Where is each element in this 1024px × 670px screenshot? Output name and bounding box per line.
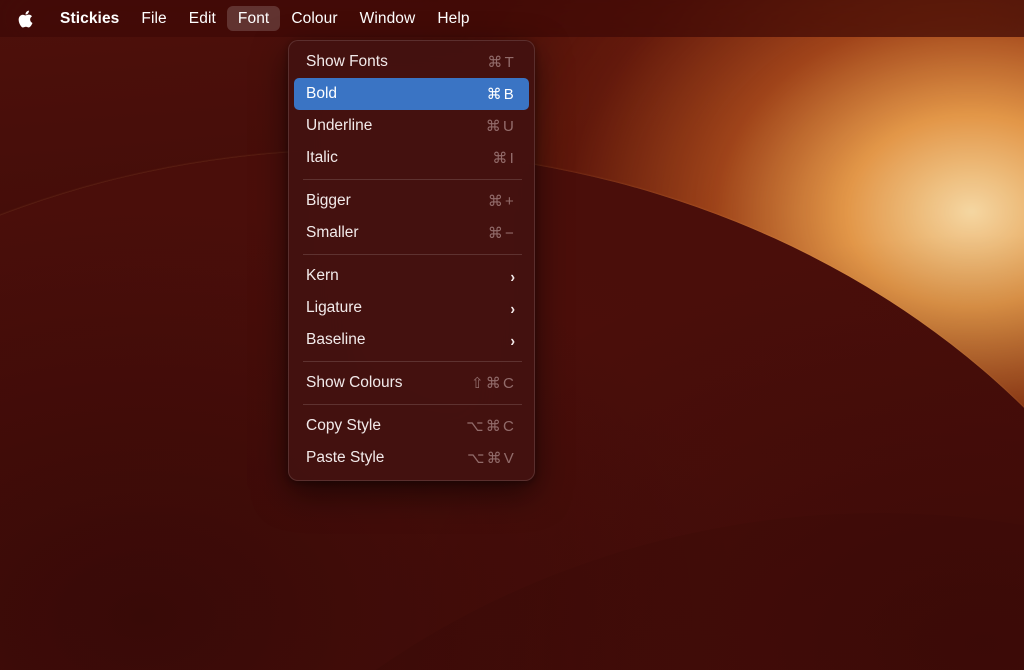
menu-separator bbox=[303, 254, 522, 255]
menu-item-shortcut: ⌘+ bbox=[488, 194, 517, 209]
menu-bar-item-edit[interactable]: Edit bbox=[178, 6, 227, 31]
chevron-right-icon: › bbox=[510, 332, 517, 348]
menu-item-label: Smaller bbox=[306, 225, 359, 241]
menu-separator bbox=[303, 179, 522, 180]
menu-bar-item-colour[interactable]: Colour bbox=[280, 6, 348, 31]
menu-item-label: Kern bbox=[306, 268, 339, 284]
menu-item-italic[interactable]: Italic ⌘I bbox=[294, 142, 529, 174]
menu-item-label: Bigger bbox=[306, 193, 351, 209]
chevron-right-icon: › bbox=[510, 300, 517, 316]
menu-bar-item-stickies[interactable]: Stickies bbox=[49, 6, 130, 31]
menu-item-smaller[interactable]: Smaller ⌘− bbox=[294, 217, 529, 249]
menu-bar-item-window[interactable]: Window bbox=[349, 6, 427, 31]
menu-item-copy-style[interactable]: Copy Style ⌥⌘C bbox=[294, 410, 529, 442]
menu-separator bbox=[303, 361, 522, 362]
menu-item-bigger[interactable]: Bigger ⌘+ bbox=[294, 185, 529, 217]
menu-item-label: Italic bbox=[306, 150, 338, 166]
menu-separator bbox=[303, 404, 522, 405]
menu-item-shortcut: ⌘T bbox=[487, 55, 517, 70]
menu-item-shortcut: ⌘U bbox=[486, 119, 517, 134]
font-dropdown-menu: Show Fonts ⌘T Bold ⌘B Underline ⌘U Italic ⌘I Big… bbox=[288, 40, 535, 481]
menu-item-label: Show Colours bbox=[306, 375, 403, 391]
menu-item-show-colours[interactable]: Show Colours ⇧⌘C bbox=[294, 367, 529, 399]
menu-item-label: Copy Style bbox=[306, 418, 381, 434]
menu-item-shortcut: ⌥⌘C bbox=[466, 419, 517, 434]
menu-item-ligature[interactable]: Ligature › bbox=[294, 292, 529, 324]
menu-item-shortcut: ⌘− bbox=[488, 226, 517, 241]
menu-bar-item-file[interactable]: File bbox=[130, 6, 177, 31]
desktop-screen: StickiesFileEditFontColourWindowHelp Sho… bbox=[0, 0, 1024, 670]
menu-item-underline[interactable]: Underline ⌘U bbox=[294, 110, 529, 142]
menu-item-label: Bold bbox=[306, 86, 337, 102]
menu-bar-item-help[interactable]: Help bbox=[426, 6, 480, 31]
menu-bar: StickiesFileEditFontColourWindowHelp bbox=[0, 0, 1024, 37]
menu-item-shortcut: ⇧⌘C bbox=[471, 376, 517, 391]
menu-item-label: Ligature bbox=[306, 300, 362, 316]
menu-item-label: Show Fonts bbox=[306, 54, 388, 70]
menu-item-label: Paste Style bbox=[306, 450, 384, 466]
menu-item-show-fonts[interactable]: Show Fonts ⌘T bbox=[294, 46, 529, 78]
apple-logo-icon[interactable] bbox=[14, 6, 45, 31]
menu-item-shortcut: ⌥⌘V bbox=[467, 451, 517, 466]
menu-item-label: Baseline bbox=[306, 332, 365, 348]
menu-item-baseline[interactable]: Baseline › bbox=[294, 324, 529, 356]
menu-item-paste-style[interactable]: Paste Style ⌥⌘V bbox=[294, 442, 529, 474]
menu-item-kern[interactable]: Kern › bbox=[294, 260, 529, 292]
menu-item-shortcut: ⌘I bbox=[492, 151, 517, 166]
menu-item-shortcut: ⌘B bbox=[487, 87, 517, 102]
chevron-right-icon: › bbox=[510, 268, 517, 284]
menu-bar-item-font[interactable]: Font bbox=[227, 6, 280, 31]
menu-item-bold[interactable]: Bold ⌘B bbox=[294, 78, 529, 110]
menu-item-label: Underline bbox=[306, 118, 372, 134]
